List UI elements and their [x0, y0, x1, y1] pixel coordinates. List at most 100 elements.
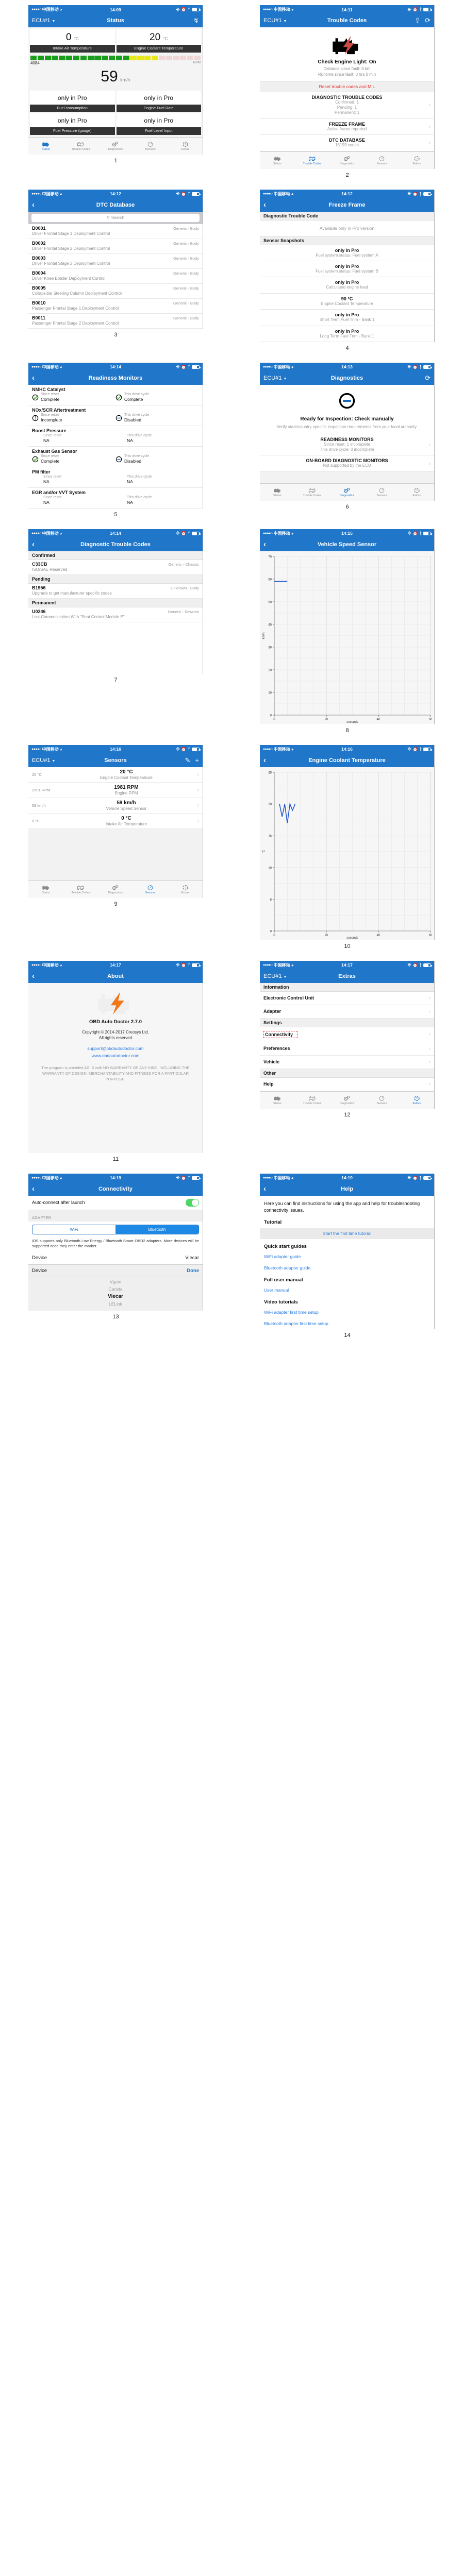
tab-extras[interactable]: ? Extras	[399, 1095, 434, 1105]
tab-sensors[interactable]: Sensors	[365, 1095, 400, 1105]
back-button[interactable]: ‹	[263, 1185, 266, 1193]
dtc-row[interactable]: U0246 Generic - Network Lost Communication…	[28, 607, 203, 622]
list-item[interactable]: READINESS MONITORS Since reset: 1 incompl…	[260, 434, 434, 456]
list-item[interactable]: FREEZE FRAME Active frame reported ›	[260, 119, 434, 135]
extras-item-connectivity[interactable]: Connectivity ›	[260, 1027, 434, 1042]
ecu-selector[interactable]: ECU#1 ▼	[32, 18, 55, 24]
gauge-card[interactable]: 0 °C Intake Air Temperature	[30, 29, 115, 53]
tab-extras[interactable]: ? Extras	[399, 487, 434, 497]
device-picker-list[interactable]: Vgate Carista Viecar LELink	[28, 1277, 203, 1311]
tab-sensors[interactable]: Sensors	[365, 156, 400, 165]
extras-item-preferences[interactable]: Preferences ›	[260, 1042, 434, 1056]
ecu-selector[interactable]: ECU#1 ▼	[263, 18, 287, 24]
tab-trouble-codes[interactable]: Trouble Codes	[295, 1095, 330, 1105]
tab-status[interactable]: Status	[260, 487, 295, 497]
dtc-row[interactable]: B0010 Generic - Body Passenger Frontal Sta…	[28, 299, 203, 314]
help-link[interactable]: User manual	[260, 1284, 434, 1296]
monitor-group: PM filter Since reset NA This drive cycle…	[28, 467, 203, 488]
tab-extras[interactable]: ? Extras	[168, 141, 203, 151]
extras-item-adapter[interactable]: Adapter ›	[260, 1005, 434, 1019]
ecu-selector[interactable]: ECU#1 ▼	[32, 757, 55, 764]
refresh-icon[interactable]: ⟳	[425, 374, 431, 382]
tab-extras[interactable]: ? Extras	[399, 156, 434, 165]
back-button[interactable]: ‹	[32, 374, 35, 382]
search-input[interactable]: ⚲ Search	[31, 213, 200, 222]
segment-bluetooth[interactable]: Bluetooth	[115, 1225, 199, 1234]
list-item[interactable]: DIAGNOSTIC TROUBLE CODES Confirmed: 1 Pend…	[260, 92, 434, 119]
tab-status[interactable]: Status	[260, 1095, 295, 1105]
tab-diagnostics[interactable]: Diagnostics	[329, 156, 365, 165]
segment-wifi[interactable]: WiFi	[32, 1225, 115, 1234]
dtc-row[interactable]: B0011 Generic - Body Passenger Frontal Sta…	[28, 314, 203, 329]
tab-sensors[interactable]: Sensors	[365, 487, 400, 497]
device-row[interactable]: Device Viecar	[28, 1252, 203, 1265]
gauge-card[interactable]: only in Pro Engine Fuel Rate	[116, 90, 201, 112]
gauge-card[interactable]: only in Pro Fuel Level Input	[116, 113, 201, 135]
refresh-icon[interactable]: ⟳	[425, 16, 431, 25]
dtc-row[interactable]: B0001 Generic - Body Driver Frontal Stage …	[28, 224, 203, 239]
autoconnect-row[interactable]: Auto-connect after launch	[28, 1196, 203, 1210]
tab-status[interactable]: Status	[28, 885, 63, 894]
back-button[interactable]: ‹	[32, 1185, 35, 1193]
reset-button[interactable]: Reset trouble codes and MIL	[260, 80, 434, 92]
share-icon[interactable]: ⇪	[415, 16, 420, 25]
tab-trouble-codes[interactable]: Trouble Codes	[295, 156, 330, 165]
dtc-row[interactable]: B0004 Generic - Body Driver Knee Bolster D…	[28, 269, 203, 284]
gauge-card[interactable]: only in Pro Fuel consumption	[30, 90, 115, 112]
sensor-row[interactable]: 59 km/h 59 km/h Vehicle Speed Sensor ›	[28, 798, 203, 814]
back-button[interactable]: ‹	[263, 756, 266, 764]
tab-extras[interactable]: ? Extras	[168, 885, 203, 894]
start-tutorial-button[interactable]: Start the first time tutorial	[260, 1228, 434, 1240]
tab-status[interactable]: Status	[28, 141, 63, 151]
help-link[interactable]: Bluetooth adapter first time setup	[260, 1318, 434, 1329]
back-button[interactable]: ‹	[32, 972, 35, 980]
back-button[interactable]: ‹	[263, 201, 266, 209]
help-link[interactable]: WiFi adapter guide	[260, 1251, 434, 1262]
plus-icon[interactable]: +	[195, 756, 199, 764]
gauge-card[interactable]: 20 °C Engine Coolant Temperature	[116, 29, 201, 53]
tab-status[interactable]: Status	[260, 156, 295, 165]
extras-item-electronic-control-unit[interactable]: Electronic Control Unit ›	[260, 992, 434, 1005]
tab-trouble-codes[interactable]: Trouble Codes	[63, 885, 98, 894]
extras-item-help[interactable]: Help ›	[260, 1078, 434, 1091]
help-link[interactable]: Bluetooth adapter guide	[260, 1262, 434, 1274]
help-link[interactable]: WiFi adapter first time setup	[260, 1307, 434, 1318]
tab-trouble-codes[interactable]: Trouble Codes	[295, 487, 330, 497]
back-button[interactable]: ‹	[32, 540, 35, 548]
picker-option[interactable]: Carista	[28, 1285, 203, 1293]
dtc-row[interactable]: B1956 Unknown - Body Upgrade to get manufa…	[28, 584, 203, 599]
extras-item-vehicle[interactable]: Vehicle ›	[260, 1056, 434, 1069]
dtc-row[interactable]: C33CB Generic - Chassis ISO/SAE Reserved	[28, 560, 203, 575]
back-button[interactable]: ‹	[263, 540, 266, 548]
ecu-selector[interactable]: ECU#1 ▼	[263, 973, 287, 979]
dtc-row[interactable]: B0005 Generic - Body Collapsible Steering …	[28, 284, 203, 299]
sensor-row[interactable]: 2901 RPM 1981 RPM Engine RPM ›	[28, 783, 203, 798]
tab-sensors[interactable]: Sensors	[133, 885, 168, 894]
gauge-card[interactable]: only in Pro Fuel Pressure (gauge)	[30, 113, 115, 135]
picker-option[interactable]: LELink	[28, 1300, 203, 1308]
tab-diagnostics[interactable]: Diagnostics	[98, 885, 133, 894]
picker-done-button[interactable]: Done	[187, 1268, 199, 1274]
dtc-row[interactable]: B0002 Generic - Body Driver Frontal Stage …	[28, 239, 203, 254]
website-link[interactable]: www.obdautodoctor.com	[35, 1053, 196, 1059]
tab-diagnostics[interactable]: Diagnostics	[329, 1095, 365, 1105]
tab-sensors[interactable]: Sensors	[133, 141, 168, 151]
picker-option[interactable]: Viecar	[28, 1293, 203, 1300]
dtc-row[interactable]: B0003 Generic - Body Driver Frontal Stage …	[28, 254, 203, 269]
inspection-status: Ready for Inspection: Check manually	[300, 416, 394, 422]
support-email-link[interactable]: support@obdautodoctor.com	[35, 1045, 196, 1052]
disconnect-icon[interactable]: ↯	[193, 16, 199, 25]
tab-diagnostics[interactable]: Diagnostics	[329, 487, 365, 497]
list-item[interactable]: ON-BOARD DIAGNOSTIC MONITORS Not supporte…	[260, 455, 434, 472]
list-item[interactable]: DTC DATABASE 18193 codes ›	[260, 135, 434, 151]
back-button[interactable]: ‹	[32, 201, 35, 209]
picker-option[interactable]: Vgate	[28, 1278, 203, 1285]
edit-icon[interactable]: ✎	[185, 756, 191, 765]
tab-diagnostics[interactable]: Diagnostics	[98, 141, 133, 151]
adapter-segmented-control[interactable]: WiFi Bluetooth	[32, 1224, 199, 1234]
sensor-row[interactable]: 0 °C 0 °C Intake Air Temperature ›	[28, 814, 203, 829]
sensor-row[interactable]: 20 °C 20 °C Engine Coolant Temperature ›	[28, 767, 203, 783]
ecu-selector[interactable]: ECU#1 ▼	[263, 375, 287, 381]
autoconnect-toggle[interactable]	[186, 1198, 199, 1207]
tab-trouble-codes[interactable]: Trouble Codes	[63, 141, 98, 151]
